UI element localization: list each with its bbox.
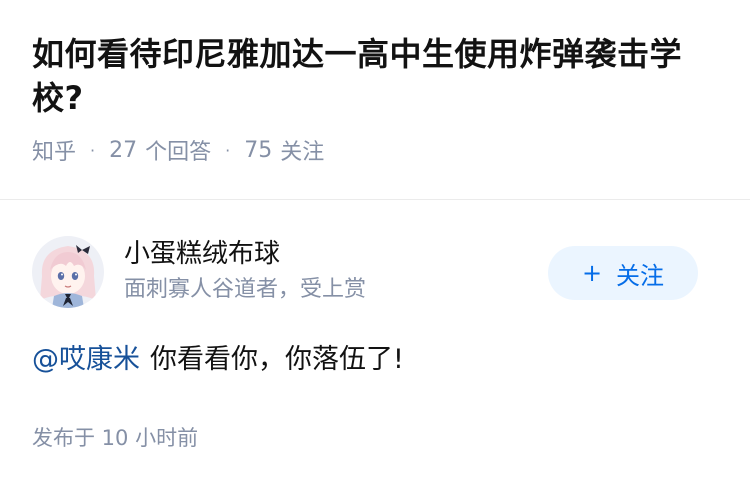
question-header: 如何看待印尼雅加达一高中生使用炸弹袭击学校? 知乎 · 27 个回答 · 75 … <box>32 32 722 166</box>
source-label[interactable]: 知乎 <box>32 134 76 166</box>
anime-girl-avatar-icon <box>32 236 104 308</box>
meta-separator: · <box>90 140 96 160</box>
follow-button-label: 关注 <box>616 261 665 290</box>
follow-button[interactable]: + 关注 <box>548 246 698 300</box>
plus-icon: + <box>581 259 603 287</box>
author-bio: 面刺寡人谷道者，受上赏 <box>124 277 367 302</box>
meta-separator: · <box>225 140 231 160</box>
question-title[interactable]: 如何看待印尼雅加达一高中生使用炸弹袭击学校? <box>32 32 722 120</box>
author-name[interactable]: 小蛋糕绒布球 <box>124 236 280 272</box>
followers-label: 关注 <box>280 140 325 165</box>
answer-content: @哎康米 你看看你，你落伍了! <box>32 338 404 382</box>
user-mention-link[interactable]: @哎康米 <box>32 344 140 375</box>
followers-count: 75 <box>244 137 273 163</box>
answer-page: 如何看待印尼雅加达一高中生使用炸弹袭击学校? 知乎 · 27 个回答 · 75 … <box>0 0 750 490</box>
publish-time: 发布于 10 小时前 <box>32 426 199 450</box>
answers-label[interactable]: 个回答 <box>145 134 211 166</box>
author-avatar[interactable] <box>32 236 104 308</box>
section-divider <box>0 199 750 200</box>
answers-count[interactable]: 27 <box>109 138 137 163</box>
answer-text: 你看看你，你落伍了! <box>150 344 404 375</box>
question-meta: 知乎 · 27 个回答 · 75 关注 <box>32 134 722 166</box>
